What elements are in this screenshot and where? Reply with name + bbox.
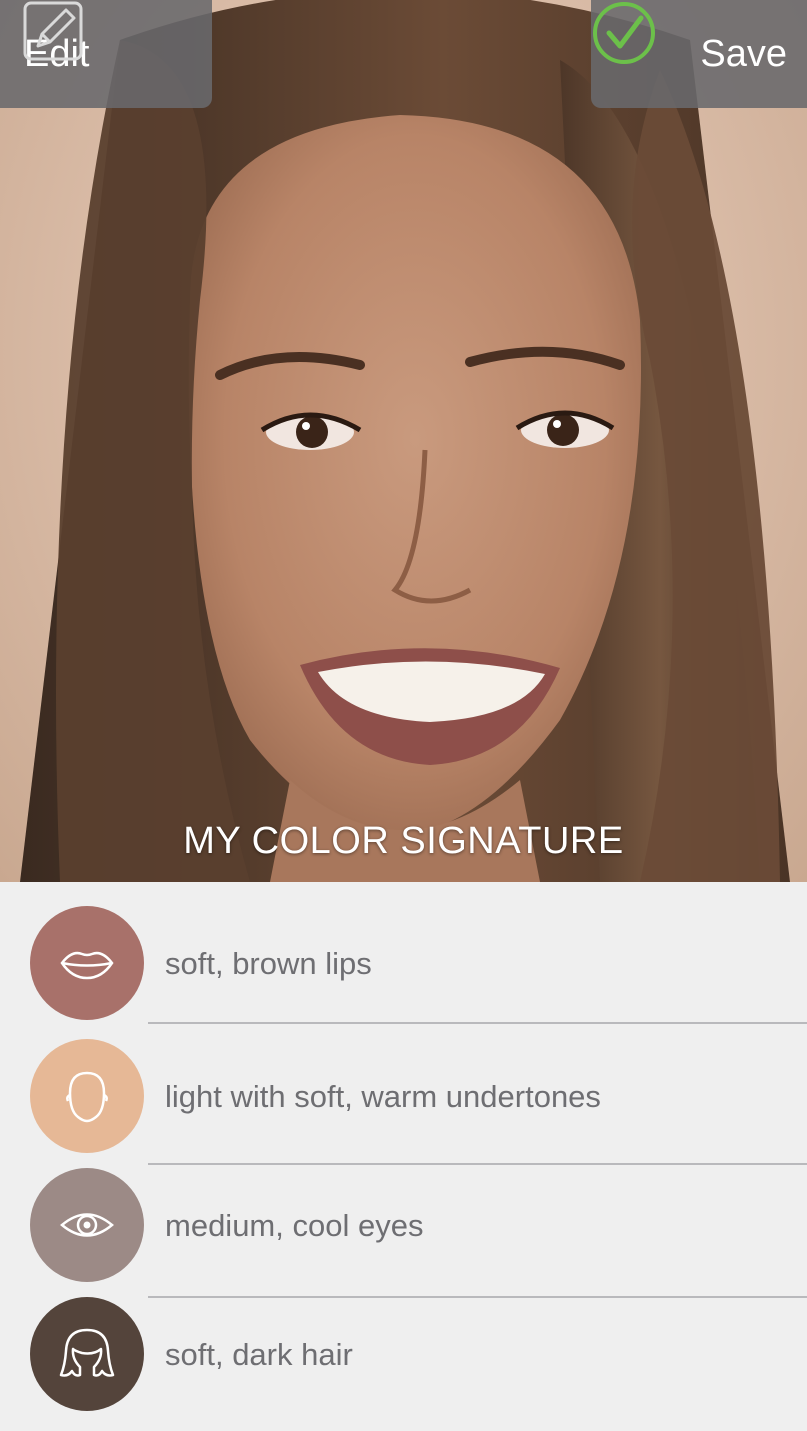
hair-icon — [59, 1328, 115, 1377]
skin-swatch — [30, 1039, 144, 1153]
portrait-illustration — [20, 0, 790, 882]
divider — [148, 1163, 807, 1165]
signature-item-hair[interactable]: soft, dark hair — [0, 1297, 807, 1411]
signature-item-label: soft, dark hair — [165, 1337, 353, 1372]
signature-item-skin[interactable]: light with soft, warm undertones — [0, 1039, 807, 1153]
divider — [148, 1022, 807, 1024]
color-signature-title: MY COLOR SIGNATURE — [183, 820, 624, 862]
hair-swatch — [30, 1297, 144, 1411]
signature-item-eyes[interactable]: medium, cool eyes — [0, 1168, 807, 1282]
pencil-square-icon — [23, 1, 83, 61]
edit-button[interactable]: Edit — [0, 0, 212, 108]
signature-item-label: medium, cool eyes — [165, 1208, 424, 1243]
signature-item-label: light with soft, warm undertones — [165, 1079, 601, 1114]
eyes-swatch — [30, 1168, 144, 1282]
signature-item-label: soft, brown lips — [165, 946, 372, 981]
profile-photo: Edit Save MY COLOR SIGNATURE — [0, 0, 807, 882]
checkmark-circle-icon — [593, 2, 655, 64]
save-label: Save — [700, 32, 787, 75]
signature-item-lips[interactable]: soft, brown lips — [0, 906, 807, 1020]
save-button[interactable]: Save — [591, 0, 807, 108]
lips-icon — [60, 951, 114, 980]
lips-swatch — [30, 906, 144, 1020]
eye-icon — [60, 1213, 114, 1237]
face-icon — [66, 1071, 108, 1123]
color-signature-list: soft, brown lips light with soft, warm u… — [0, 882, 807, 1431]
